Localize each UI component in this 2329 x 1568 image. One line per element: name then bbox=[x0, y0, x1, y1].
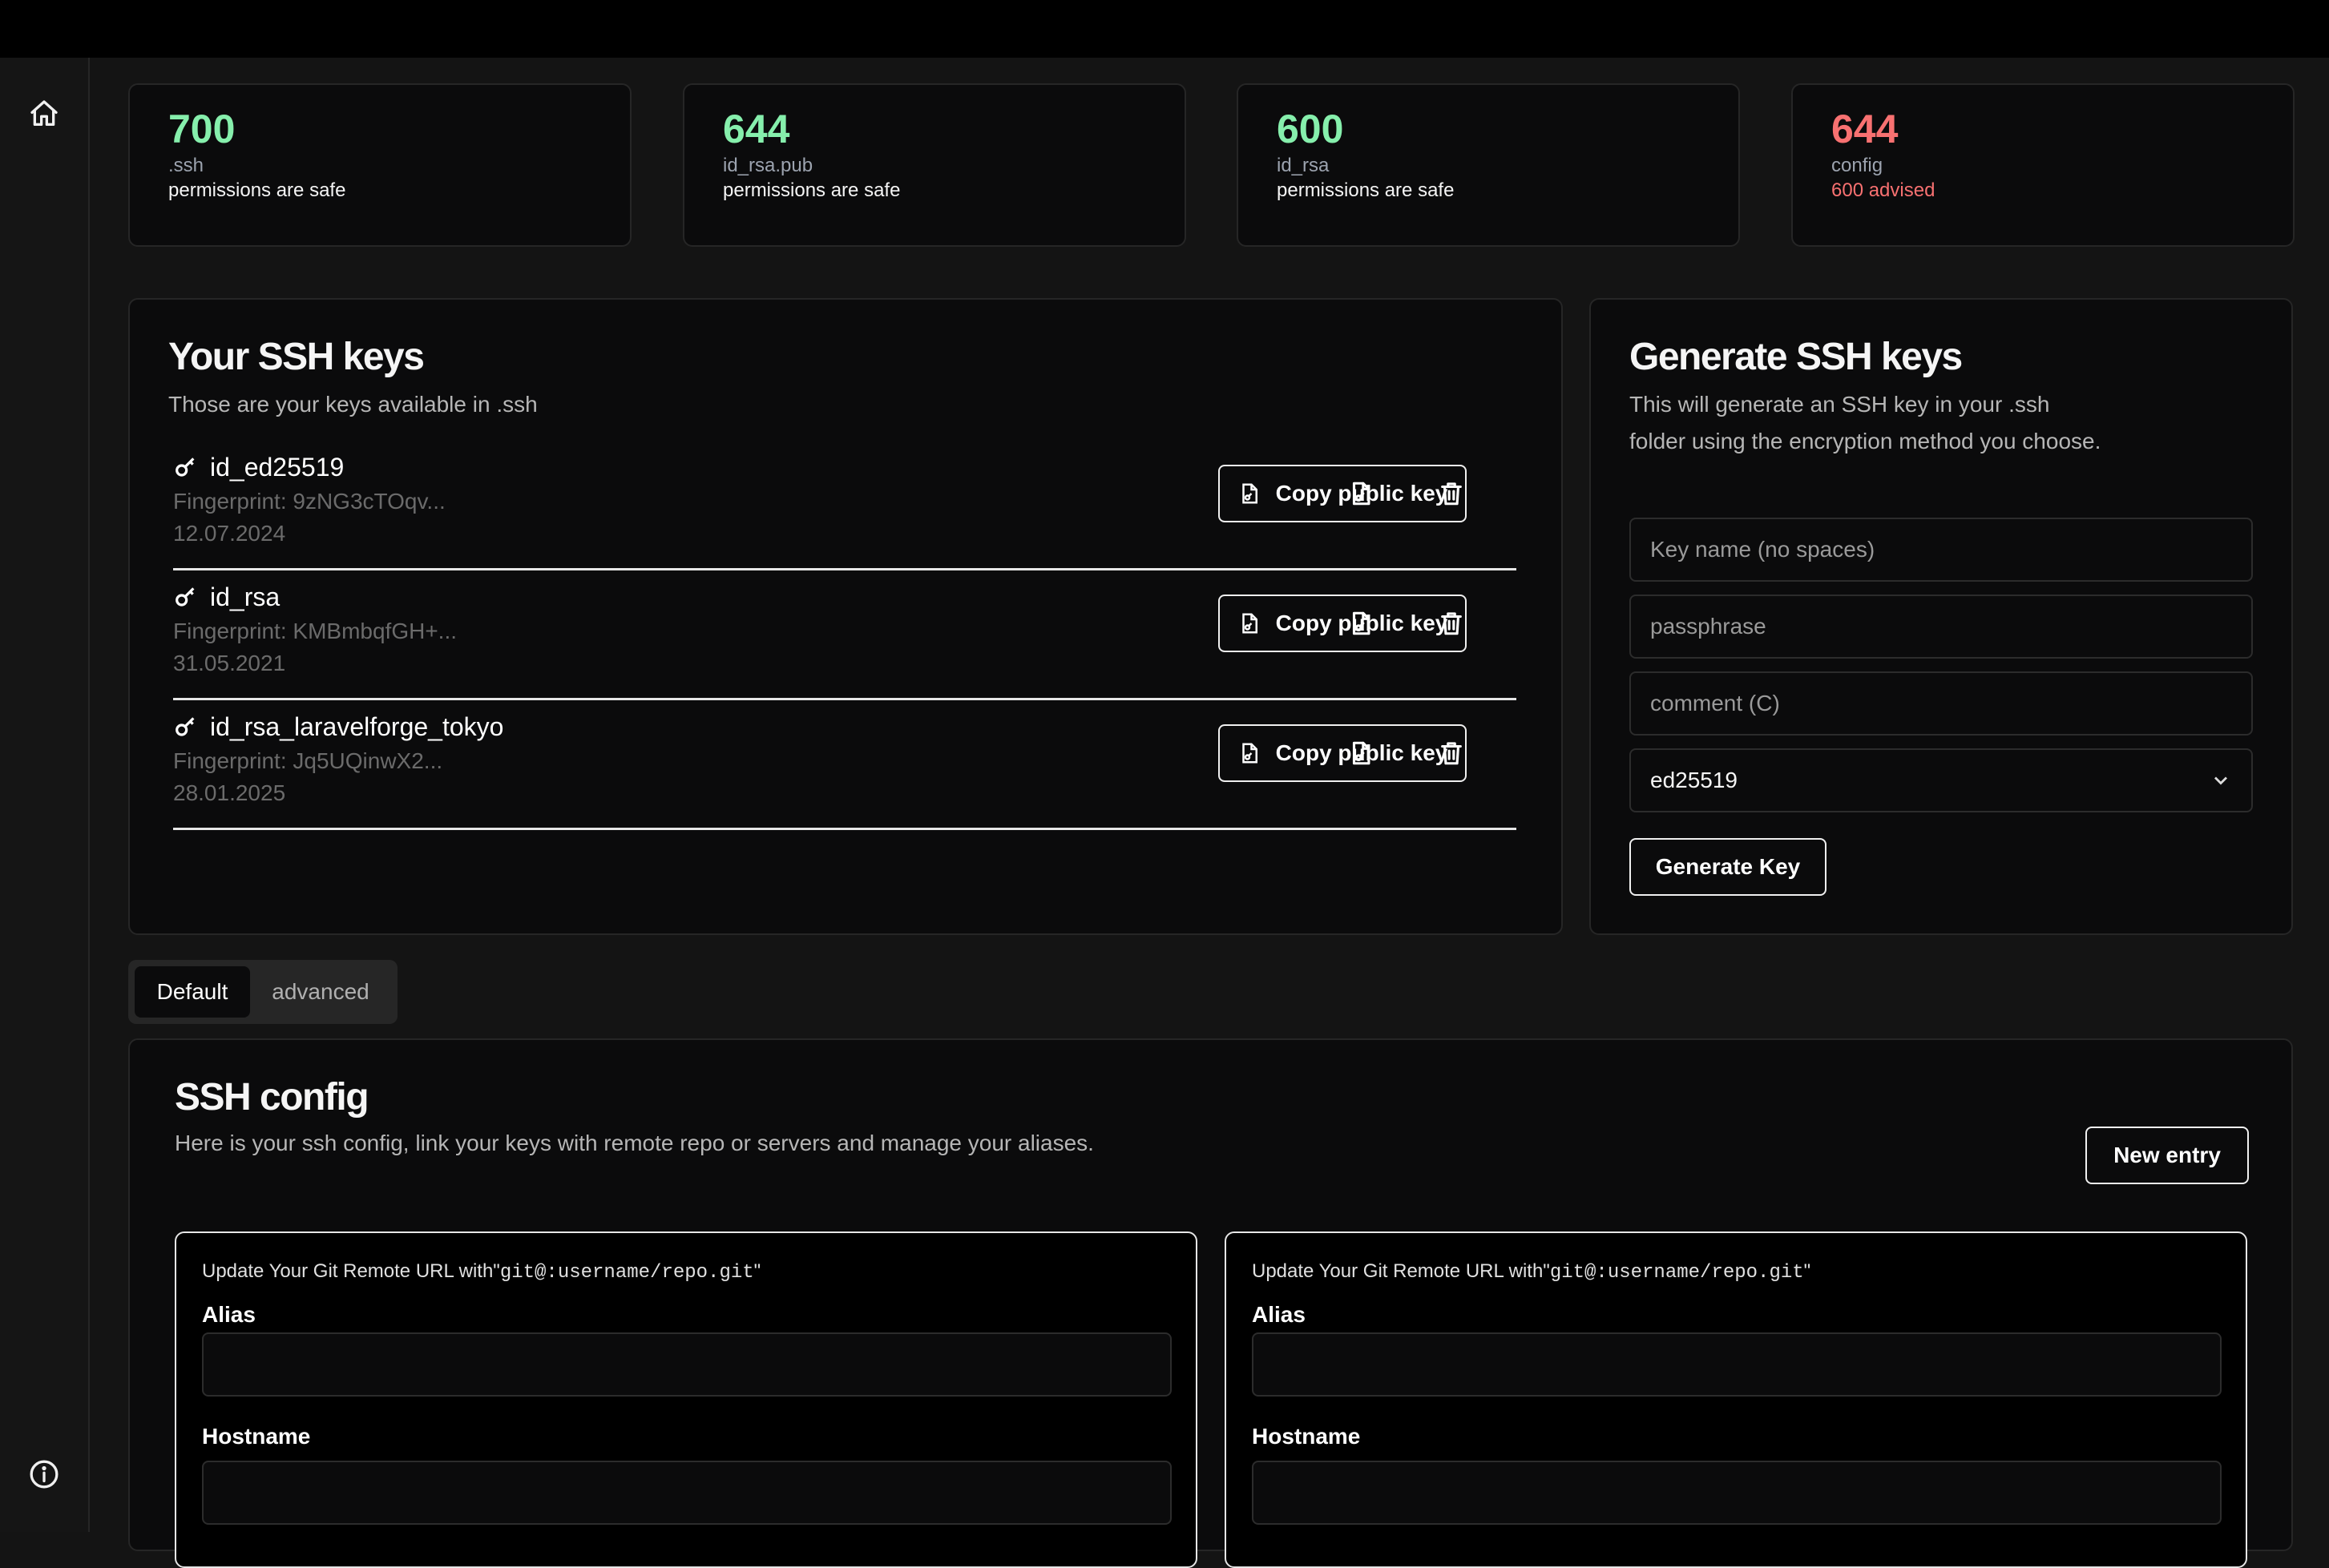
stat-note: permissions are safe bbox=[1277, 179, 1455, 201]
stat-note: permissions are safe bbox=[723, 179, 901, 201]
stat-value: 600 bbox=[1277, 107, 1344, 151]
stat-note: permissions are safe bbox=[168, 179, 346, 201]
algorithm-select[interactable]: ed25519 bbox=[1629, 748, 2253, 812]
key-fingerprint: Fingerprint: KMBmbqfGH+... bbox=[173, 619, 458, 643]
key-fingerprint: Fingerprint: Jq5UQinwX2... bbox=[173, 748, 443, 773]
hostname-label: Hostname bbox=[202, 1424, 311, 1449]
file-key-icon bbox=[1241, 743, 1257, 764]
window-title-bar bbox=[0, 0, 2329, 58]
stat-file-name: config bbox=[1831, 155, 1883, 176]
key-icon bbox=[176, 458, 195, 477]
stat-value: 644 bbox=[723, 107, 790, 151]
key-icon bbox=[176, 587, 195, 607]
config-entry-card: Update Your Git Remote URL with"git@:use… bbox=[175, 1231, 1197, 1568]
hostname-input[interactable] bbox=[1252, 1461, 2222, 1525]
generate-keys-panel: Generate SSH keys This will generate an … bbox=[1589, 298, 2293, 935]
ssh-config-subtitle: Here is your ssh config, link your keys … bbox=[175, 1131, 1094, 1155]
generate-keys-description-line1: This will generate an SSH key in your .s… bbox=[1629, 392, 2050, 417]
key-row: id_rsa_laravelforge_tokyo Fingerprint: J… bbox=[173, 702, 1516, 830]
file-key-icon bbox=[1241, 483, 1257, 504]
passphrase-input[interactable] bbox=[1629, 595, 2253, 659]
export-key-icon[interactable] bbox=[1343, 606, 1378, 641]
generate-keys-description-line2: folder using the encryption method you c… bbox=[1629, 429, 2101, 453]
stat-file-name: .ssh bbox=[168, 155, 204, 176]
git-remote-hint-code: git@:username/repo.git bbox=[1549, 1262, 1804, 1284]
key-date: 12.07.2024 bbox=[173, 521, 286, 546]
key-date: 31.05.2021 bbox=[173, 651, 286, 675]
tab-advanced[interactable]: advanced bbox=[250, 966, 391, 1018]
key-row: id_ed25519 Fingerprint: 9zNG3cTOqv... 12… bbox=[173, 442, 1516, 570]
stat-card-id-rsa-pub: 644 id_rsa.pub permissions are safe bbox=[683, 83, 1186, 247]
stat-note: 600 advised bbox=[1831, 179, 1935, 201]
git-remote-hint: Update Your Git Remote URL with"git@:use… bbox=[1252, 1260, 1810, 1284]
info-icon[interactable] bbox=[26, 1457, 62, 1492]
new-entry-button[interactable]: New entry bbox=[2085, 1127, 2249, 1184]
key-name-text: id_rsa_laravelforge_tokyo bbox=[210, 711, 504, 741]
key-name-text: id_ed25519 bbox=[210, 452, 345, 482]
key-fingerprint: Fingerprint: 9zNG3cTOqv... bbox=[173, 489, 446, 514]
copy-public-key-button[interactable]: Copy public key bbox=[1218, 724, 1467, 782]
export-key-icon[interactable] bbox=[1343, 736, 1378, 771]
trash-icon[interactable] bbox=[1434, 736, 1469, 771]
git-remote-hint: Update Your Git Remote URL with"git@:use… bbox=[202, 1260, 761, 1284]
file-key-icon bbox=[1241, 613, 1257, 634]
sidebar bbox=[0, 58, 90, 1532]
git-remote-hint-prefix: Update Your Git Remote URL with" bbox=[1252, 1260, 1550, 1282]
generate-key-button[interactable]: Generate Key bbox=[1629, 838, 1826, 896]
stat-value: 644 bbox=[1831, 107, 1899, 151]
key-icon bbox=[176, 717, 195, 736]
export-key-icon[interactable] bbox=[1343, 476, 1378, 511]
alias-label: Alias bbox=[1252, 1302, 1306, 1327]
alias-input[interactable] bbox=[202, 1332, 1172, 1397]
git-remote-hint-suffix: " bbox=[753, 1260, 761, 1282]
comment-input[interactable] bbox=[1629, 671, 2253, 736]
key-name-text: id_rsa bbox=[210, 582, 281, 611]
stat-file-name: id_rsa.pub bbox=[723, 155, 813, 176]
alias-input[interactable] bbox=[1252, 1332, 2222, 1397]
key-name: id_rsa_laravelforge_tokyo bbox=[173, 710, 503, 744]
ssh-keys-title: Your SSH keys bbox=[168, 336, 425, 378]
trash-icon[interactable] bbox=[1434, 606, 1469, 641]
alias-label: Alias bbox=[202, 1302, 256, 1327]
hostname-input[interactable] bbox=[202, 1461, 1172, 1525]
generate-keys-title: Generate SSH keys bbox=[1629, 336, 1963, 378]
trash-icon[interactable] bbox=[1434, 476, 1469, 511]
ssh-keys-panel: Your SSH keys Those are your keys availa… bbox=[128, 298, 1563, 935]
stat-card-config: 644 config 600 advised bbox=[1791, 83, 2295, 247]
key-name-input[interactable] bbox=[1629, 518, 2253, 582]
stat-value: 700 bbox=[168, 107, 236, 151]
tab-default[interactable]: Default bbox=[135, 966, 250, 1018]
git-remote-hint-suffix: " bbox=[1803, 1260, 1811, 1282]
home-icon[interactable] bbox=[26, 96, 62, 131]
key-row: id_rsa Fingerprint: KMBmbqfGH+... 31.05.… bbox=[173, 572, 1516, 700]
algorithm-selected-value: ed25519 bbox=[1650, 768, 1738, 792]
ssh-keys-subtitle: Those are your keys available in .ssh bbox=[168, 392, 538, 417]
git-remote-hint-prefix: Update Your Git Remote URL with" bbox=[202, 1260, 500, 1282]
hostname-label: Hostname bbox=[1252, 1424, 1361, 1449]
config-entry-card: Update Your Git Remote URL with"git@:use… bbox=[1225, 1231, 2247, 1568]
stat-file-name: id_rsa bbox=[1277, 155, 1330, 176]
chevron-down-icon bbox=[2214, 776, 2227, 785]
stat-card-id-rsa: 600 id_rsa permissions are safe bbox=[1237, 83, 1740, 247]
key-name: id_ed25519 bbox=[173, 450, 344, 484]
copy-public-key-button[interactable]: Copy public key bbox=[1218, 465, 1467, 522]
copy-public-key-button[interactable]: Copy public key bbox=[1218, 595, 1467, 652]
stat-card-ssh-dir: 700 .ssh permissions are safe bbox=[128, 83, 632, 247]
key-date: 28.01.2025 bbox=[173, 780, 286, 805]
config-mode-tabs: Default advanced bbox=[128, 960, 398, 1024]
key-name: id_rsa bbox=[173, 580, 280, 614]
ssh-config-title: SSH config bbox=[175, 1076, 369, 1119]
git-remote-hint-code: git@:username/repo.git bbox=[499, 1262, 754, 1284]
